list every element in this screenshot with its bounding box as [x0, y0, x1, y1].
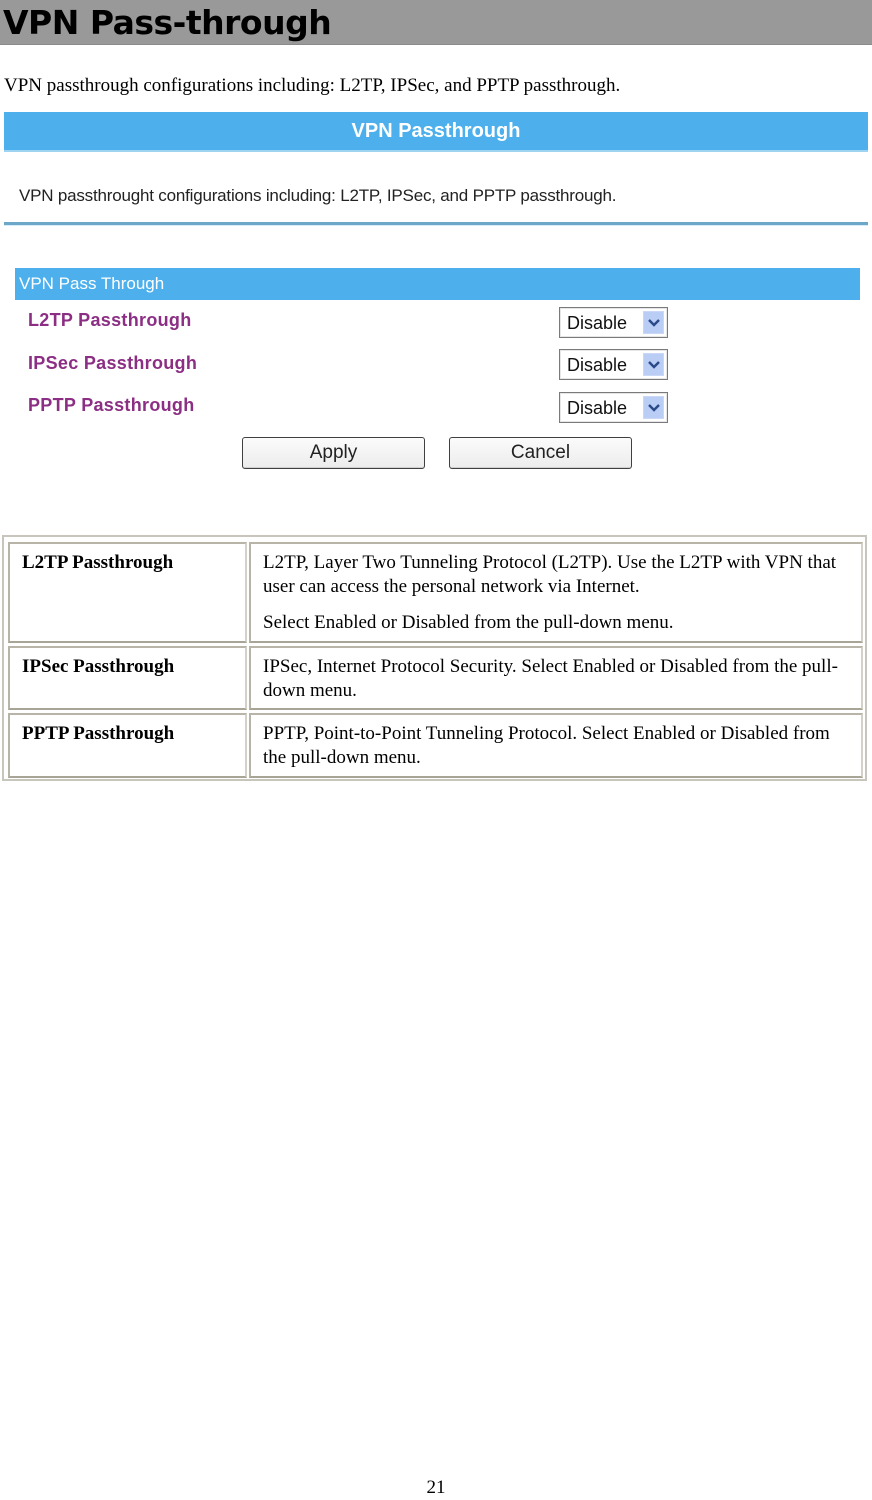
- page-number: 21: [426, 1477, 446, 1498]
- definition-text: IPSec, Internet Protocol Security. Selec…: [263, 656, 838, 701]
- pptp-label: PPTP Passthrough: [28, 395, 195, 415]
- definition-text: L2TP, Layer Two Tunneling Protocol (L2TP…: [263, 552, 837, 597]
- cancel-button[interactable]: Cancel: [449, 437, 632, 469]
- definition-text: PPTP, Point-to-Point Tunneling Protocol.…: [263, 723, 830, 768]
- pptp-select-value: Disable: [567, 398, 628, 418]
- ipsec-select-value: Disable: [567, 355, 628, 375]
- divider: [4, 222, 868, 225]
- apply-button[interactable]: Apply: [242, 437, 425, 469]
- definition-cell: IPSec, Internet Protocol Security. Selec…: [249, 646, 863, 710]
- definitions-table: L2TP Passthrough L2TP, Layer Two Tunneli…: [2, 535, 867, 781]
- chevron-down-icon[interactable]: [643, 353, 664, 376]
- screenshot-description: VPN passthrought configurations includin…: [19, 186, 617, 205]
- l2tp-select[interactable]: Disable: [559, 307, 668, 338]
- page-title: VPN Pass-through: [3, 3, 332, 42]
- router-ui-screenshot: VPN Passthrough VPN passthrought configu…: [4, 112, 868, 492]
- chevron-down-icon[interactable]: [643, 396, 664, 419]
- chevron-down-icon[interactable]: [643, 311, 664, 334]
- definition-cell: PPTP, Point-to-Point Tunneling Protocol.…: [249, 713, 863, 778]
- term-cell: IPSec Passthrough: [8, 646, 247, 710]
- l2tp-select-value: Disable: [567, 313, 628, 333]
- ipsec-select[interactable]: Disable: [559, 349, 668, 380]
- screenshot-title: VPN Passthrough: [4, 112, 868, 152]
- term-cell: L2TP Passthrough: [8, 542, 247, 643]
- l2tp-label: L2TP Passthrough: [28, 310, 192, 330]
- definition-text: Select Enabled or Disabled from the pull…: [263, 612, 674, 633]
- term-cell: PPTP Passthrough: [8, 713, 247, 778]
- intro-text: VPN passthrough configurations including…: [4, 75, 621, 96]
- ipsec-label: IPSec Passthrough: [28, 353, 198, 373]
- definition-cell: L2TP, Layer Two Tunneling Protocol (L2TP…: [249, 542, 863, 643]
- pptp-select[interactable]: Disable: [559, 392, 668, 423]
- page-heading-bar: VPN Pass-through: [0, 0, 872, 45]
- section-title: VPN Pass Through: [15, 268, 860, 300]
